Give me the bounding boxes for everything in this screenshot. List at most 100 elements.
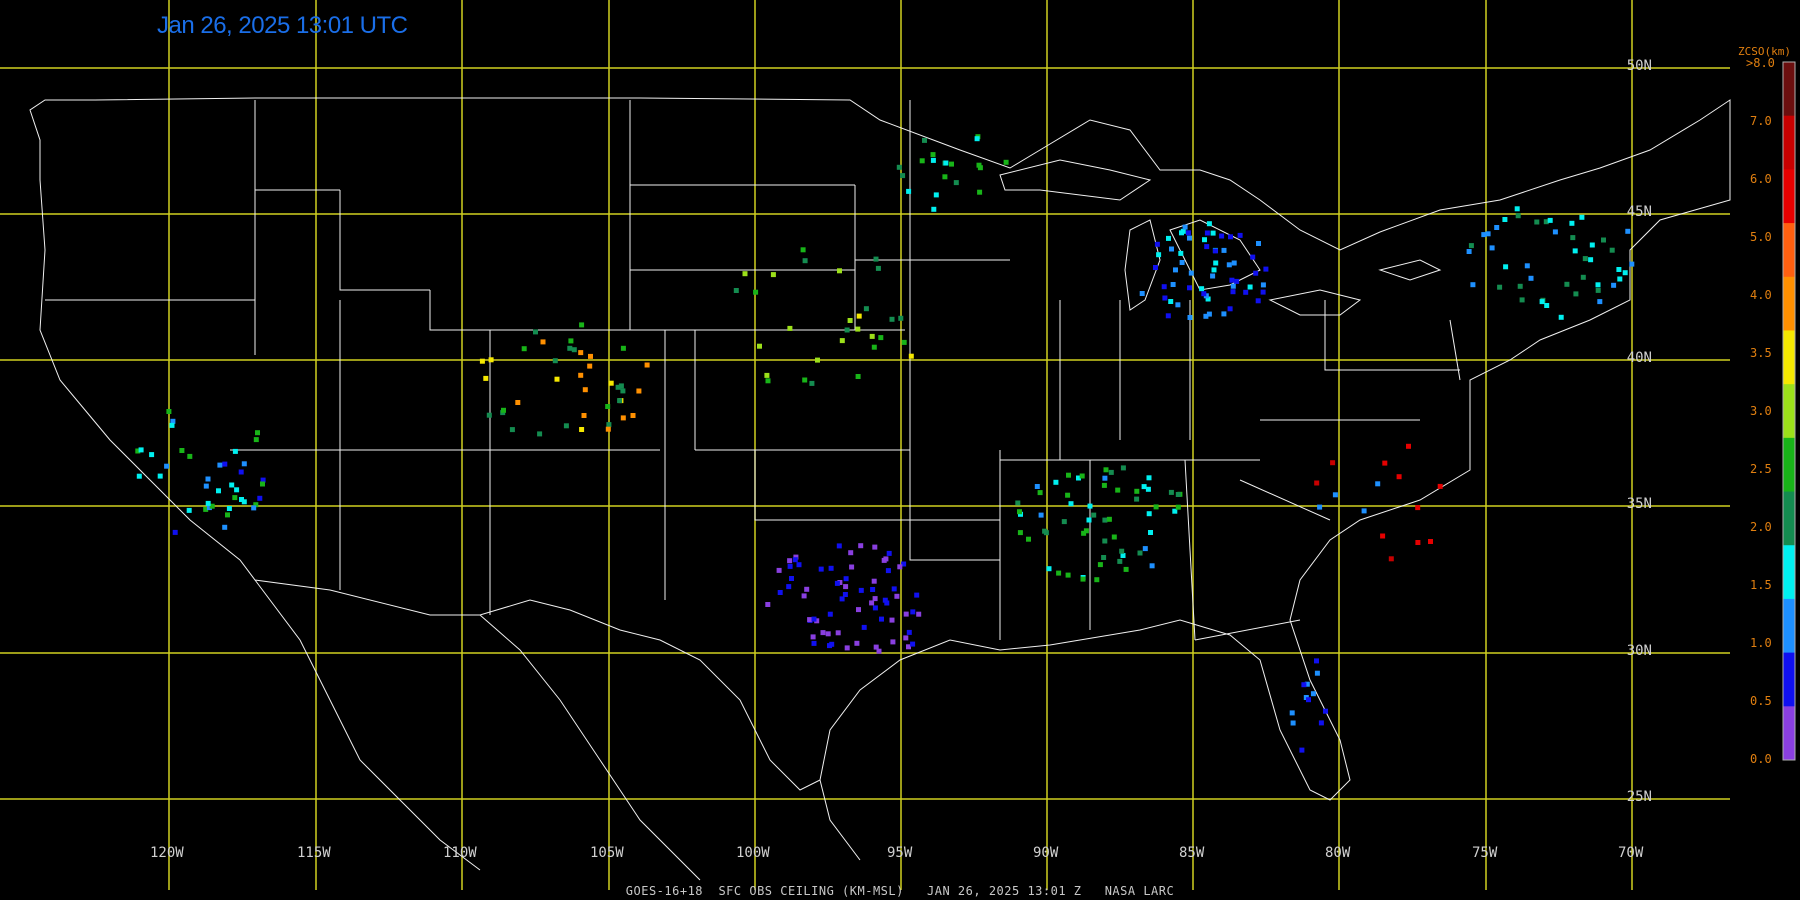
station-point: [1234, 278, 1240, 284]
station-point: [1148, 530, 1153, 535]
station-point: [636, 388, 642, 394]
station-point: [1601, 237, 1606, 243]
station-point: [844, 327, 850, 333]
station-point: [1428, 539, 1433, 544]
station-point: [1141, 484, 1147, 490]
lon-label-100w: 100W: [736, 845, 770, 861]
station-point: [257, 495, 263, 501]
station-point: [897, 564, 903, 570]
station-point: [579, 322, 585, 328]
legend-tick-label: 3.5: [1750, 346, 1772, 360]
station-point: [1161, 284, 1167, 290]
station-point: [581, 413, 587, 418]
station-point: [1231, 260, 1237, 266]
lon-label-115w: 115W: [297, 845, 331, 861]
lat-label-30n: 30N: [1626, 643, 1652, 659]
timestamp-title: Jan 26, 2025 13:01 UTC: [157, 12, 408, 39]
station-point: [620, 415, 626, 421]
station-point: [1134, 496, 1140, 502]
station-point: [1382, 460, 1388, 466]
station-point: [1139, 291, 1145, 296]
station-point: [873, 256, 879, 262]
station-point: [1123, 566, 1129, 572]
station-point: [1202, 237, 1207, 243]
legend-swatch: [1783, 652, 1795, 707]
legend-tick-label: >8.0: [1746, 56, 1775, 70]
station-point: [1156, 252, 1162, 258]
station-point: [149, 452, 155, 458]
station-point: [1263, 266, 1269, 272]
station-point: [1146, 511, 1152, 517]
station-point: [1579, 214, 1585, 220]
station-point: [1145, 486, 1151, 492]
station-point: [843, 576, 849, 582]
station-point: [882, 597, 888, 603]
station-point: [1003, 159, 1009, 165]
station-point: [933, 192, 939, 198]
station-point: [1396, 474, 1402, 480]
station-point: [1514, 206, 1520, 212]
station-point: [1260, 282, 1266, 288]
legend-tick-label: 7.0: [1750, 114, 1772, 128]
legend-tick-label: 0.5: [1750, 694, 1772, 708]
station-point: [253, 437, 259, 443]
station-point: [974, 136, 980, 142]
station-point: [1380, 533, 1386, 539]
station-point: [809, 380, 815, 386]
station-point: [1229, 277, 1235, 283]
station-point: [552, 358, 558, 364]
station-point: [1221, 311, 1227, 317]
station-point: [630, 413, 636, 418]
station-point: [1494, 225, 1500, 230]
station-point: [1154, 241, 1160, 247]
legend-swatch: [1783, 330, 1795, 385]
station-point: [1185, 230, 1191, 236]
legend-tick-label: 2.0: [1750, 520, 1772, 534]
station-point: [1094, 577, 1100, 583]
station-point: [1415, 540, 1421, 545]
station-point: [848, 550, 854, 556]
station-point: [1153, 504, 1159, 510]
legend-tick-label: 1.5: [1750, 578, 1772, 592]
station-point: [906, 188, 912, 194]
station-point: [1199, 286, 1205, 292]
station-point: [1179, 230, 1184, 236]
station-point: [1237, 232, 1243, 238]
station-point: [943, 160, 949, 166]
station-point: [847, 318, 853, 323]
station-point: [1037, 490, 1043, 496]
station-point: [1595, 287, 1601, 293]
station-point: [871, 344, 877, 350]
station-point: [1015, 500, 1021, 506]
station-point: [186, 507, 192, 513]
station-point: [881, 557, 887, 563]
station-point: [839, 596, 845, 602]
station-point: [1317, 504, 1323, 510]
station-point: [804, 586, 810, 592]
station-point: [1091, 512, 1097, 518]
station-point: [587, 363, 593, 369]
station-point: [842, 592, 848, 597]
station-point: [1178, 250, 1184, 256]
station-point: [540, 339, 546, 345]
station-point: [605, 404, 611, 409]
station-point: [1175, 492, 1181, 497]
station-point: [1502, 217, 1508, 222]
station-point: [914, 592, 920, 598]
station-point: [608, 380, 614, 386]
station-point: [829, 641, 835, 647]
station-point: [872, 605, 878, 611]
station-point: [1255, 298, 1261, 304]
station-point: [226, 506, 232, 511]
station-point: [807, 617, 813, 623]
station-point: [217, 462, 223, 468]
station-point: [1046, 566, 1052, 572]
station-point: [1187, 285, 1192, 291]
station-point: [770, 272, 776, 278]
lon-label-80w: 80W: [1325, 845, 1351, 861]
station-point: [1153, 265, 1158, 270]
station-point: [1203, 313, 1209, 319]
station-point: [910, 609, 916, 615]
legend-tick-label: 1.0: [1750, 636, 1772, 650]
station-point: [863, 306, 869, 312]
